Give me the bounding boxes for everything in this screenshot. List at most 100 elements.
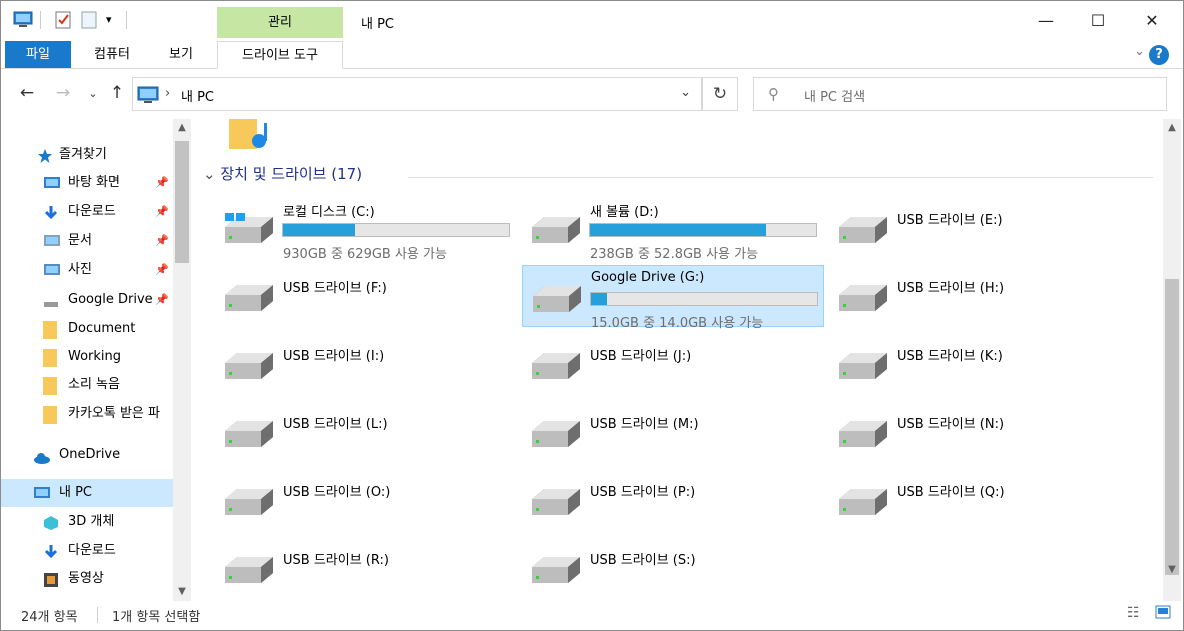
drive-name: Google Drive (G:)	[591, 270, 705, 285]
drive-tile[interactable]: USB 드라이브 (O:)	[215, 469, 517, 531]
sidebar-item[interactable]: 동영상	[1, 565, 173, 593]
minimize-button[interactable]: —	[1031, 9, 1061, 33]
scroll-up-icon[interactable]: ▲	[1163, 119, 1181, 137]
breadcrumb-separator-icon[interactable]: ›	[165, 86, 170, 101]
address-bar[interactable]: › 내 PC ⌄	[132, 77, 702, 111]
drive-tile[interactable]: USB 드라이브 (M:)	[522, 401, 824, 463]
sidebar-item-label: 사진	[68, 262, 92, 277]
properties-quick-icon[interactable]	[55, 11, 71, 31]
sidebar-item[interactable]: 사진 📌	[1, 256, 173, 284]
drive-tile[interactable]: 새 볼륨 (D:) 238GB 중 52.8GB 사용 가능	[522, 197, 824, 262]
music-folder-icon[interactable]	[229, 119, 273, 155]
folder-icon	[43, 406, 61, 424]
new-folder-quick-icon[interactable]	[81, 11, 97, 31]
hard-drive-icon	[530, 349, 582, 387]
sidebar-item-label: Working	[68, 349, 122, 364]
drive-tile[interactable]: USB 드라이브 (S:)	[522, 537, 824, 599]
details-view-icon[interactable]: ☷	[1127, 605, 1140, 621]
video-icon	[43, 571, 61, 587]
tab-file[interactable]: 파일	[5, 41, 71, 68]
sidebar-item[interactable]: 3D 개체	[1, 508, 173, 536]
usage-bar	[590, 292, 818, 306]
drive-tile[interactable]: USB 드라이브 (Q:)	[829, 469, 1131, 531]
tab-computer[interactable]: 컴퓨터	[81, 41, 143, 68]
scroll-up-icon[interactable]: ▲	[173, 119, 191, 137]
sidebar-scrollbar[interactable]: ▲ ▼	[173, 119, 191, 601]
drive-tile[interactable]: USB 드라이브 (F:)	[215, 265, 517, 327]
help-button[interactable]: ?	[1149, 45, 1169, 65]
search-icon: ⚲	[768, 85, 779, 103]
drive-name: USB 드라이브 (L:)	[283, 417, 388, 432]
sidebar-item[interactable]: 카카오톡 받은 파	[1, 400, 173, 428]
hard-drive-icon	[223, 349, 275, 387]
maximize-button[interactable]: ☐	[1083, 9, 1113, 33]
selection-count: 1개 항목 선택함	[112, 610, 201, 625]
sidebar-item[interactable]: 바탕 화면 📌	[1, 169, 173, 197]
drive-tile[interactable]: USB 드라이브 (R:)	[215, 537, 517, 599]
content-scrollbar[interactable]: ▲ ▼	[1163, 119, 1181, 601]
chevron-down-icon[interactable]: ⌄	[203, 165, 220, 183]
drive-tile[interactable]: USB 드라이브 (K:)	[829, 333, 1131, 395]
sidebar-item-label: 다운로드	[68, 204, 116, 219]
drive-name: USB 드라이브 (R:)	[283, 553, 389, 568]
folder-icon	[43, 349, 61, 367]
customize-qa-icon[interactable]: ▾	[106, 13, 112, 33]
sidebar-item-label: 카카오톡 받은 파	[68, 406, 160, 421]
drive-name: 새 볼륨 (D:)	[590, 205, 659, 220]
drive-tile[interactable]: USB 드라이브 (H:)	[829, 265, 1131, 327]
back-button[interactable]: ←	[15, 83, 39, 103]
drive-tile[interactable]: USB 드라이브 (L:)	[215, 401, 517, 463]
tab-drive-tools[interactable]: 드라이브 도구	[217, 41, 343, 69]
group-header-devices[interactable]: ⌄ 장치 및 드라이브 (17)	[203, 163, 362, 184]
drive-space: 238GB 중 52.8GB 사용 가능	[590, 247, 759, 262]
sidebar-item[interactable]: 즐겨찾기	[1, 141, 173, 169]
hard-drive-icon	[837, 349, 889, 387]
sidebar-item[interactable]: Document	[1, 315, 173, 343]
drive-name: USB 드라이브 (J:)	[590, 349, 692, 364]
scroll-down-icon[interactable]: ▼	[1163, 561, 1181, 579]
pin-icon: 📌	[155, 234, 169, 247]
ribbon-expand-icon[interactable]: ⌄	[1134, 44, 1145, 59]
large-icons-view-icon[interactable]	[1155, 605, 1171, 623]
navigation-bar: ← → ⌄ ↑ › 내 PC ⌄ ↻ ⚲ 내 PC 검색	[1, 69, 1183, 119]
forward-button[interactable]: →	[51, 83, 75, 103]
drive-tile[interactable]: USB 드라이브 (J:)	[522, 333, 824, 395]
drive-tile[interactable]: 로컬 디스크 (C:) 930GB 중 629GB 사용 가능	[215, 197, 517, 262]
hard-drive-icon	[223, 485, 275, 523]
scroll-thumb[interactable]	[1165, 279, 1179, 575]
sidebar-item[interactable]: Google Drive 📌	[1, 286, 173, 314]
chevron-down-icon[interactable]: ⌄	[680, 85, 691, 100]
sidebar-item[interactable]: 내 PC	[1, 479, 173, 507]
close-button[interactable]: ✕	[1137, 9, 1167, 33]
drive-tile[interactable]: Google Drive (G:) 15.0GB 중 14.0GB 사용 가능	[522, 265, 824, 331]
scroll-thumb[interactable]	[175, 141, 189, 263]
refresh-button[interactable]: ↻	[702, 77, 738, 111]
pc-icon	[33, 485, 51, 501]
hard-drive-icon	[530, 213, 582, 251]
sidebar-item[interactable]: 소리 녹음	[1, 371, 173, 399]
sidebar-item[interactable]: 문서 📌	[1, 227, 173, 255]
breadcrumb[interactable]: 내 PC	[181, 86, 214, 105]
sidebar-item[interactable]: 다운로드	[1, 537, 173, 565]
tab-view[interactable]: 보기	[151, 41, 211, 68]
sidebar-item[interactable]: OneDrive	[1, 441, 173, 469]
sidebar-item[interactable]: Working	[1, 343, 173, 371]
search-input[interactable]: ⚲ 내 PC 검색	[753, 77, 1167, 111]
divider	[126, 11, 127, 29]
sidebar-item[interactable]: 다운로드 📌	[1, 198, 173, 226]
drive-tile[interactable]: USB 드라이브 (P:)	[522, 469, 824, 531]
drive-name: 로컬 디스크 (C:)	[283, 205, 375, 220]
drive-tile[interactable]: USB 드라이브 (E:)	[829, 197, 1131, 259]
context-tab-manage[interactable]: 관리	[217, 7, 343, 38]
up-button[interactable]: ↑	[105, 83, 129, 103]
drive-icon	[43, 292, 61, 308]
drive-tile[interactable]: USB 드라이브 (I:)	[215, 333, 517, 395]
sidebar-item-label: OneDrive	[59, 447, 121, 462]
cloud-icon	[33, 447, 51, 464]
scroll-down-icon[interactable]: ▼	[173, 583, 191, 601]
sidebar-item-label: 동영상	[68, 571, 104, 586]
hard-drive-icon	[530, 553, 582, 591]
drive-tile[interactable]: USB 드라이브 (N:)	[829, 401, 1131, 463]
recent-locations-icon[interactable]: ⌄	[81, 87, 105, 100]
drive-name: USB 드라이브 (P:)	[590, 485, 696, 500]
